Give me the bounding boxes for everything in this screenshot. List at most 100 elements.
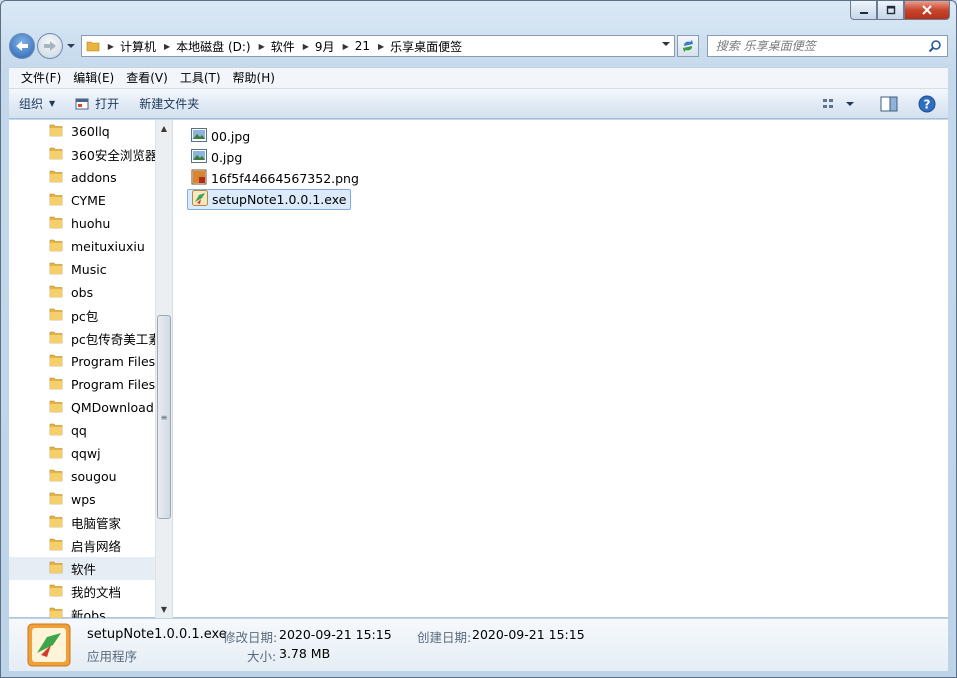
folder-icon [49, 375, 63, 394]
preview-pane-button[interactable] [876, 92, 902, 116]
menu-file[interactable]: 文件(F) [15, 68, 67, 88]
details-pane: setupNote1.0.0.1.exe 应用程序 修改日期: 2020-09-… [9, 619, 948, 671]
breadcrumb-drive-d[interactable]: ▶ 本地磁盘 (D:) [160, 36, 255, 56]
forward-button[interactable] [36, 33, 63, 59]
tree-item[interactable]: 电脑管家 [9, 511, 155, 534]
scroll-up-arrow[interactable]: ▲ [156, 120, 172, 137]
arrow-right-icon [43, 41, 56, 51]
scroll-thumb[interactable]: ≡ [157, 315, 171, 519]
folder-icon [49, 191, 63, 210]
back-button[interactable] [9, 33, 35, 59]
tree-item-label: Program Files [71, 354, 155, 369]
tree-item[interactable]: pc包 [9, 304, 155, 327]
tree-item[interactable]: 360llq [9, 120, 155, 143]
tree-item[interactable]: pc包传奇美工素 [9, 327, 155, 350]
folder-icon [49, 260, 63, 279]
file-name: setupNote1.0.0.1.exe [212, 192, 347, 207]
preview-pane-icon [880, 96, 898, 112]
exe-app-icon [192, 190, 208, 209]
breadcrumb-software[interactable]: ▶ 软件 [255, 36, 299, 56]
tree-item[interactable]: Music [9, 258, 155, 281]
menu-tools[interactable]: 工具(T) [174, 68, 227, 88]
file-item[interactable]: 00.jpg [187, 126, 254, 147]
menu-bar: 文件(F) 编辑(E) 查看(V) 工具(T) 帮助(H) [9, 67, 948, 89]
help-icon: ? [918, 95, 936, 113]
file-list: 00.jpg 0.jpg 16f5f44664567352.png setupNote… [173, 120, 948, 618]
tree-item[interactable]: CYME [9, 189, 155, 212]
tree-item[interactable]: 软件 [9, 557, 155, 580]
address-bar[interactable]: ▶ 计算机 ▶ 本地磁盘 (D:) ▶ 软件 ▶ 9月 ▶ 21 ▶ 乐享桌面便签 [80, 35, 675, 57]
exe-app-icon [27, 623, 71, 667]
refresh-button[interactable] [676, 35, 699, 57]
tree-item[interactable]: qq [9, 419, 155, 442]
chevron-right-icon: ▶ [378, 41, 385, 51]
tree-item[interactable]: addons [9, 166, 155, 189]
file-item[interactable]: setupNote1.0.0.1.exe [187, 189, 352, 210]
address-dropdown[interactable] [661, 40, 670, 49]
scroll-down-arrow[interactable]: ▼ [156, 601, 172, 618]
nav-scrollbar[interactable]: ▲ ≡ ▼ [155, 120, 172, 618]
tree-item-label: 360安全浏览器 [71, 148, 155, 163]
chevron-right-icon: ▶ [163, 41, 171, 51]
maximize-button[interactable] [877, 1, 904, 20]
tree-item-label: 新obs [71, 608, 106, 618]
tree-item-label: huohu [71, 216, 111, 231]
open-button[interactable]: 打开 [65, 92, 129, 116]
breadcrumb-current-folder[interactable]: ▶ 乐享桌面便签 [374, 36, 466, 56]
tree-item[interactable]: 我的文档 [9, 580, 155, 603]
menu-view[interactable]: 查看(V) [120, 68, 174, 88]
tree-item[interactable]: meituxiuxiu [9, 235, 155, 258]
tree-item-label: pc包传奇美工素 [71, 332, 155, 347]
tree-item[interactable]: 360安全浏览器 [9, 143, 155, 166]
file-item[interactable]: 16f5f44664567352.png [187, 168, 363, 189]
tree-item-label: 我的文档 [71, 585, 122, 600]
recent-pages-dropdown[interactable] [65, 42, 77, 51]
navigation-pane: 360llq 360安全浏览器 addons CYME huohu meituxiuxiu… [9, 120, 155, 618]
tree-item[interactable]: Program Files [9, 373, 155, 396]
menu-help[interactable]: 帮助(H) [227, 68, 281, 88]
search-input[interactable] [715, 39, 916, 53]
breadcrumb-september[interactable]: ▶ 9月 [299, 36, 339, 56]
change-view-button[interactable] [818, 92, 858, 116]
tree-item-label: 启肯网络 [71, 539, 122, 554]
tree-item[interactable]: obs [9, 281, 155, 304]
tree-item-label: meituxiuxiu [71, 239, 145, 254]
svg-text:?: ? [924, 98, 931, 112]
folder-icon [49, 444, 63, 463]
tree-item[interactable]: QMDownload [9, 396, 155, 419]
file-item[interactable]: 0.jpg [187, 147, 246, 168]
tree-item[interactable]: wps [9, 488, 155, 511]
chevron-right-icon: ▶ [342, 41, 349, 51]
content-area: 360llq 360安全浏览器 addons CYME huohu meituxiuxiu… [9, 120, 948, 618]
jpg-image-icon [191, 128, 207, 145]
tree-item-label: pc包 [71, 309, 99, 324]
tree-item[interactable]: 启肯网络 [9, 534, 155, 557]
search-icon[interactable] [928, 39, 942, 53]
search-box[interactable] [706, 35, 948, 57]
organize-button[interactable]: 组织 ▼ [9, 92, 65, 116]
tree-item[interactable]: 新obs [9, 603, 155, 618]
new-folder-button[interactable]: 新建文件夹 [129, 92, 209, 116]
folder-icon [49, 214, 63, 233]
breadcrumb-computer[interactable]: ▶ 计算机 [104, 36, 160, 56]
tree-item[interactable]: qqwj [9, 442, 155, 465]
folder-icon [49, 306, 63, 325]
file-name: 0.jpg [211, 150, 243, 165]
close-button[interactable] [904, 1, 950, 20]
tree-item[interactable]: huohu [9, 212, 155, 235]
folder-icon [49, 605, 63, 618]
detail-file-type: 应用程序 [87, 649, 138, 664]
close-icon [922, 5, 932, 15]
folder-icon [49, 398, 63, 417]
file-row: setupNote1.0.0.1.exe [187, 189, 948, 210]
tree-item[interactable]: sougou [9, 465, 155, 488]
command-bar: 组织 ▼ 打开 新建文件夹 ? [9, 89, 948, 119]
tree-item-label: Program Files [71, 377, 155, 392]
folder-icon [49, 490, 63, 509]
detail-created-value: 2020-09-21 15:15 [472, 627, 585, 642]
minimize-button[interactable] [850, 1, 877, 20]
menu-edit[interactable]: 编辑(E) [67, 68, 120, 88]
help-button[interactable]: ? [914, 92, 940, 116]
breadcrumb-21[interactable]: ▶ 21 [339, 36, 374, 56]
tree-item[interactable]: Program Files [9, 350, 155, 373]
